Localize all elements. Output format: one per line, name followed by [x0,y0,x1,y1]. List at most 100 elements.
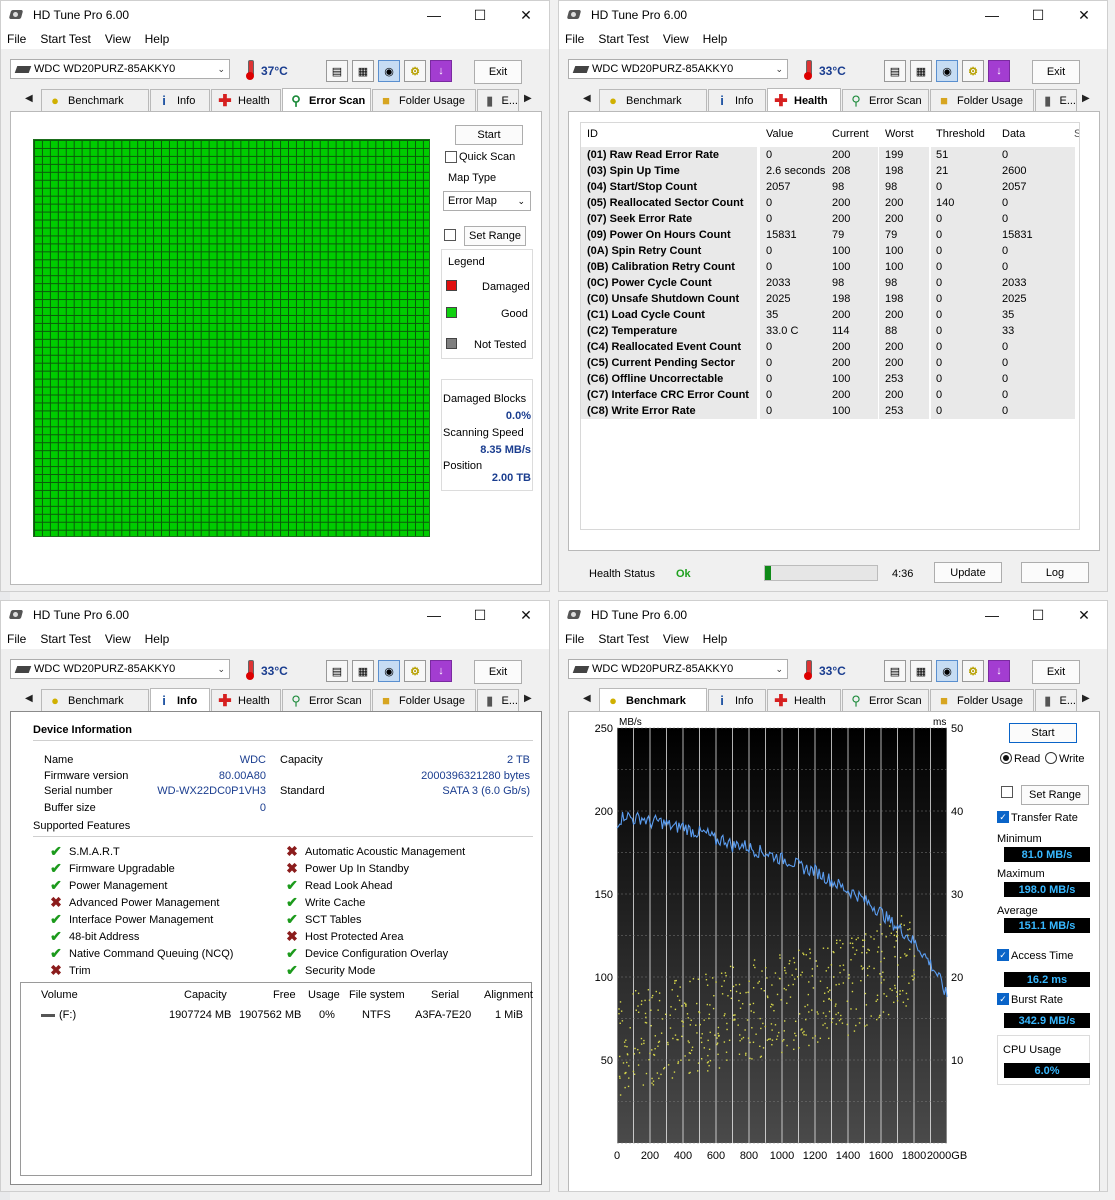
copy-text-icon[interactable]: ▤ [326,660,348,682]
menu-view[interactable]: View [105,32,131,46]
col-header-data[interactable]: Data [1002,128,1025,140]
smart-row[interactable]: (05) Reallocated Sector Count 0 200 200 140 0 [581,195,1079,211]
tab-info[interactable]: i Info [150,89,210,111]
menu-file[interactable]: File [565,632,584,646]
smart-row[interactable]: (C5) Current Pending Sector 0 200 200 0 0 [581,355,1079,371]
smart-row[interactable]: (C8) Write Error Rate 0 100 253 0 0 [581,403,1079,419]
menu-start-test[interactable]: Start Test [40,32,90,46]
col-header-current[interactable]: Current [832,128,869,140]
quick-scan-checkbox[interactable] [445,151,457,163]
options-gears-icon[interactable]: ⚙ [404,660,426,682]
menu-file[interactable]: File [565,32,584,46]
tab-scroll-left-icon[interactable]: ◀ [583,693,591,704]
tab-health[interactable]: ✚ Health [767,689,841,711]
tab-erase[interactable]: ▮ E... [1035,689,1077,711]
tab-error-scan[interactable]: ⚲ Error Scan [282,689,371,711]
titlebar[interactable]: HD Tune Pro 6.00 — ☐ ✕ [1,1,549,29]
menu-help[interactable]: Help [703,632,728,646]
titlebar[interactable]: HD Tune Pro 6.00 — ☐ ✕ [559,1,1107,29]
menu-view[interactable]: View [105,632,131,646]
tab-error-scan[interactable]: ⚲ Error Scan [842,689,929,711]
copy-text-icon[interactable]: ▤ [326,60,348,82]
minimize-button[interactable]: — [969,1,1015,29]
maximize-button[interactable]: ☐ [457,601,503,629]
start-button[interactable]: Start [1009,723,1077,743]
tab-scroll-right-icon[interactable]: ▶ [1082,93,1090,104]
drive-select[interactable]: WDC WD20PURZ-85AKKY0 ⌄ [568,659,788,679]
col-header-threshold[interactable]: Threshold [936,128,985,140]
burst-rate-checkbox[interactable]: ✓ [997,993,1009,1005]
tab-scroll-right-icon[interactable]: ▶ [524,693,532,704]
col-header-volume[interactable]: Volume [41,989,78,1001]
drive-select[interactable]: WDC WD20PURZ-85AKKY0 ⌄ [568,59,788,79]
tab-scroll-right-icon[interactable]: ▶ [524,93,532,104]
tab-error-scan[interactable]: ⚲ Error Scan [282,88,371,112]
access-time-checkbox[interactable]: ✓ [997,949,1009,961]
read-radio[interactable] [1000,752,1012,764]
screenshot-camera-icon[interactable]: ◉ [378,60,400,82]
smart-row[interactable]: (07) Seek Error Rate 0 200 200 0 0 [581,211,1079,227]
menu-help[interactable]: Help [145,632,170,646]
smart-row[interactable]: (C4) Reallocated Event Count 0 200 200 0 0 [581,339,1079,355]
tab-benchmark[interactable]: ● Benchmark [41,689,149,711]
menu-view[interactable]: View [663,632,689,646]
log-button[interactable]: Log [1021,562,1089,583]
tab-folder-usage[interactable]: ■ Folder Usage [372,89,476,111]
smart-row[interactable]: (C0) Unsafe Shutdown Count 2025 198 198 0 202… [581,291,1079,307]
options-gears-icon[interactable]: ⚙ [962,60,984,82]
smart-row[interactable]: (09) Power On Hours Count 15831 79 79 0 15831 [581,227,1079,243]
col-header-free[interactable]: Free [273,989,296,1001]
screenshot-camera-icon[interactable]: ◉ [378,660,400,682]
set-range-button[interactable]: Set Range [464,226,526,246]
options-gears-icon[interactable]: ⚙ [404,60,426,82]
col-header-worst[interactable]: Worst [885,128,914,140]
menu-file[interactable]: File [7,632,26,646]
smart-row[interactable]: (04) Start/Stop Count 2057 98 98 0 2057 [581,179,1079,195]
update-button[interactable]: Update [934,562,1002,583]
smart-row[interactable]: (C1) Load Cycle Count 35 200 200 0 35 [581,307,1079,323]
smart-row[interactable]: (0B) Calibration Retry Count 0 100 100 0 0 [581,259,1079,275]
smart-row[interactable]: (C6) Offline Uncorrectable 0 100 253 0 0 [581,371,1079,387]
tab-health[interactable]: ✚ Health [767,88,841,112]
tab-erase[interactable]: ▮ E... [477,689,519,711]
minimize-button[interactable]: — [969,601,1015,629]
minimize-button[interactable]: — [411,601,457,629]
close-button[interactable]: ✕ [503,601,549,629]
copy-image-icon[interactable]: ▦ [352,660,374,682]
screenshot-camera-icon[interactable]: ◉ [936,60,958,82]
tab-folder-usage[interactable]: ■ Folder Usage [930,89,1034,111]
tab-health[interactable]: ✚ Health [211,89,281,111]
menu-view[interactable]: View [663,32,689,46]
options-gears-icon[interactable]: ⚙ [962,660,984,682]
exit-button[interactable]: Exit [1032,60,1080,84]
tab-scroll-right-icon[interactable]: ▶ [1082,693,1090,704]
col-header-status[interactable]: S [1074,128,1079,140]
maximize-button[interactable]: ☐ [457,1,503,29]
write-radio[interactable] [1045,752,1057,764]
tab-scroll-left-icon[interactable]: ◀ [25,693,33,704]
copy-image-icon[interactable]: ▦ [352,60,374,82]
start-button[interactable]: Start [455,125,523,145]
tab-health[interactable]: ✚ Health [211,689,281,711]
save-download-icon[interactable]: ↓ [430,60,452,82]
tab-scroll-left-icon[interactable]: ◀ [583,93,591,104]
col-header-capacity[interactable]: Capacity [184,989,227,1001]
col-header-value[interactable]: Value [766,128,793,140]
smart-row[interactable]: (0A) Spin Retry Count 0 100 100 0 0 [581,243,1079,259]
menu-file[interactable]: File [7,32,26,46]
close-button[interactable]: ✕ [503,1,549,29]
exit-button[interactable]: Exit [474,660,522,684]
tab-benchmark[interactable]: ● Benchmark [599,89,707,111]
titlebar[interactable]: HD Tune Pro 6.00 — ☐ ✕ [559,601,1107,629]
drive-select[interactable]: WDC WD20PURZ-85AKKY0 ⌄ [10,59,230,79]
tab-folder-usage[interactable]: ■ Folder Usage [930,689,1034,711]
copy-image-icon[interactable]: ▦ [910,60,932,82]
tab-info[interactable]: i Info [150,688,210,712]
tab-info[interactable]: i Info [708,89,766,111]
set-range-checkbox[interactable] [444,229,456,241]
exit-button[interactable]: Exit [1032,660,1080,684]
set-range-checkbox[interactable] [1001,786,1013,798]
col-header-serial[interactable]: Serial [431,989,459,1001]
save-download-icon[interactable]: ↓ [430,660,452,682]
smart-row[interactable]: (C2) Temperature 33.0 C 114 88 0 33 [581,323,1079,339]
